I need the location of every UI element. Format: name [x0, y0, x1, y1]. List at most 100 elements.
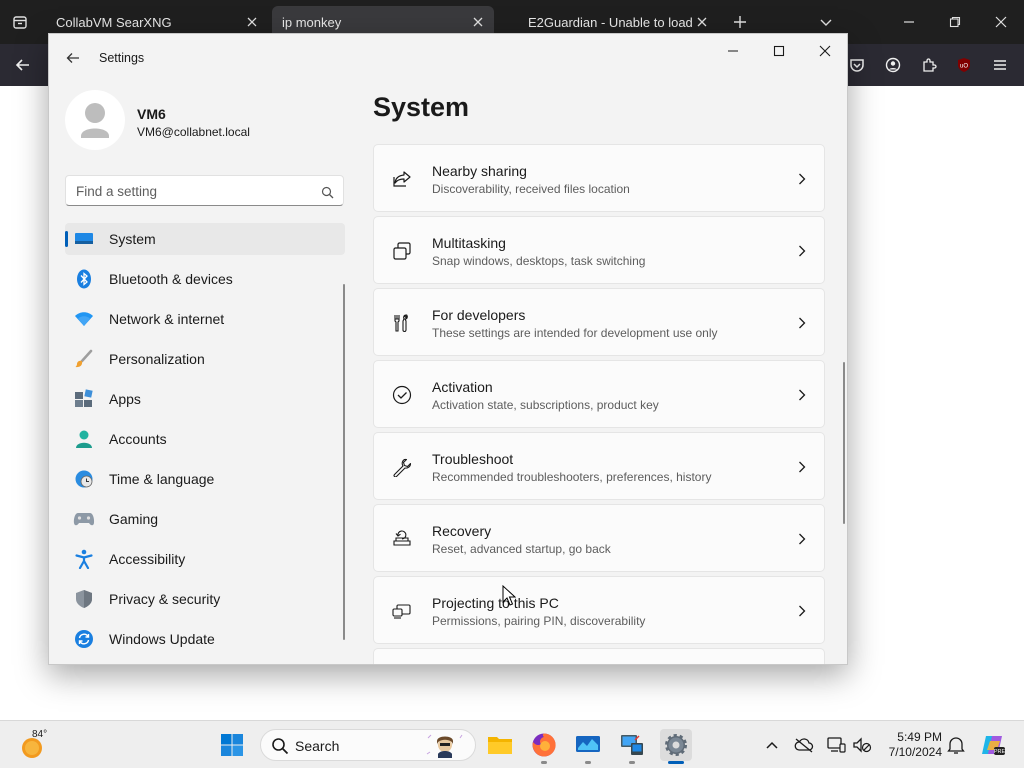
taskbar-search[interactable]: Search: [260, 729, 476, 761]
onedrive-tray-button[interactable]: [792, 733, 816, 757]
card-title: Nearby sharing: [432, 163, 527, 179]
remote-desktop-button[interactable]: [616, 729, 648, 761]
pocket-icon: [850, 59, 864, 72]
arrow-left-icon: [66, 53, 79, 63]
globe-clock-icon: [73, 468, 95, 490]
browser-restore-button[interactable]: [932, 0, 978, 44]
list-all-tabs-button[interactable]: [812, 8, 840, 36]
sidebar-item-time-language[interactable]: Time & language: [65, 463, 345, 495]
gear-icon: [665, 734, 687, 756]
sidebar-item-system[interactable]: System: [65, 223, 345, 255]
new-tab-button[interactable]: [726, 8, 754, 36]
browser-minimize-button[interactable]: [886, 0, 932, 44]
accounts-icon: [73, 428, 95, 450]
search-icon: [319, 184, 335, 200]
browser-close-button[interactable]: [978, 0, 1024, 44]
sidebar-item-accessibility[interactable]: Accessibility: [65, 543, 345, 575]
copilot-button[interactable]: PRE: [978, 733, 1008, 757]
sidebar-item-label: Network & internet: [109, 311, 225, 327]
extensions-button[interactable]: [914, 50, 944, 80]
settings-maximize-button[interactable]: [757, 36, 801, 66]
settings-card-partial[interactable]: [373, 648, 825, 664]
person-icon: [81, 103, 109, 138]
settings-card-troubleshoot[interactable]: Troubleshoot Recommended troubleshooters…: [373, 432, 825, 500]
shield-icon: [73, 588, 95, 610]
volume-tray-button[interactable]: [850, 733, 874, 757]
account-icon: [885, 57, 901, 73]
tab-list-button[interactable]: [0, 0, 40, 44]
sidebar-item-network-internet[interactable]: Network & internet: [65, 303, 345, 335]
tab-close-button[interactable]: [470, 14, 486, 30]
close-icon: [697, 17, 707, 27]
check-circle-icon: [390, 383, 414, 407]
taskbar-search-label: Search: [295, 738, 340, 754]
close-icon: [995, 16, 1007, 28]
network-tray-button[interactable]: [824, 733, 848, 757]
main-scrollbar[interactable]: [843, 362, 845, 524]
sidebar-scrollbar[interactable]: [343, 284, 345, 640]
settings-card-list: Nearby sharing Discoverability, received…: [373, 138, 825, 664]
settings-card-recovery[interactable]: Recovery Reset, advanced startup, go bac…: [373, 504, 825, 572]
sidebar-item-personalization[interactable]: Personalization: [65, 343, 345, 375]
file-explorer-button[interactable]: [484, 729, 516, 761]
show-hidden-icons-button[interactable]: [760, 733, 784, 757]
cloud-offline-icon: [794, 738, 814, 753]
settings-app-title: Settings: [99, 51, 145, 65]
developer-tools-icon: [390, 311, 414, 335]
settings-back-button[interactable]: [61, 46, 85, 70]
weather-widget[interactable]: 84°: [20, 729, 60, 761]
close-icon: [819, 45, 831, 57]
sidebar-item-label: Time & language: [109, 471, 215, 487]
restore-icon: [949, 16, 961, 28]
settings-search-input[interactable]: Find a setting: [65, 175, 344, 206]
settings-card-projecting[interactable]: Projecting to this PC Permissions, pairi…: [373, 576, 825, 644]
settings-card-nearby-sharing[interactable]: Nearby sharing Discoverability, received…: [373, 144, 825, 212]
browser-back-button[interactable]: [8, 50, 38, 80]
sidebar-item-label: Privacy & security: [109, 591, 221, 607]
tab-title: E2Guardian - Unable to load we: [528, 14, 696, 30]
notifications-button[interactable]: [944, 733, 968, 757]
settings-card-for-developers[interactable]: For developers These settings are intend…: [373, 288, 825, 356]
close-icon: [247, 17, 257, 27]
sidebar-item-privacy-security[interactable]: Privacy & security: [65, 583, 345, 615]
tab-title: ip monkey: [282, 14, 342, 30]
remote-desktop-running-indicator: [629, 761, 635, 764]
page-title: System: [373, 92, 470, 122]
plus-icon: [734, 16, 746, 28]
tab-close-button[interactable]: [244, 14, 260, 30]
chevron-right-icon: [794, 243, 810, 259]
start-button[interactable]: [216, 729, 248, 761]
card-subtitle: These settings are intended for developm…: [432, 326, 718, 340]
settings-card-activation[interactable]: Activation Activation state, subscriptio…: [373, 360, 825, 428]
account-button[interactable]: [878, 50, 908, 80]
chevron-right-icon: [794, 603, 810, 619]
task-manager-button[interactable]: [572, 729, 604, 761]
card-title: For developers: [432, 307, 526, 323]
settings-minimize-button[interactable]: [711, 36, 755, 66]
tab-close-button[interactable]: [694, 14, 710, 30]
sidebar-item-accounts[interactable]: Accounts: [65, 423, 345, 455]
sidebar-item-windows-update[interactable]: Windows Update: [65, 623, 345, 655]
sidebar-item-gaming[interactable]: Gaming: [65, 503, 345, 535]
taskbar-clock[interactable]: 5:49 PM 7/10/2024: [880, 730, 942, 760]
monitor-chart-icon: [576, 736, 600, 752]
user-avatar[interactable]: [65, 90, 125, 150]
firefox-icon: [532, 733, 556, 757]
taskbar: 84° Search 5:49 PM 7/10/2024 PRE: [0, 720, 1024, 768]
card-title: Multitasking: [432, 235, 506, 251]
settings-taskbar-button[interactable]: [660, 729, 692, 761]
search-placeholder: Find a setting: [76, 184, 158, 199]
system-icon: [73, 228, 95, 250]
minimize-icon: [904, 21, 914, 23]
settings-card-multitasking[interactable]: Multitasking Snap windows, desktops, tas…: [373, 216, 825, 284]
sidebar-item-bluetooth-devices[interactable]: Bluetooth & devices: [65, 263, 345, 295]
ublock-button[interactable]: uO: [949, 50, 979, 80]
mouse-cursor-icon: [502, 585, 516, 606]
settings-close-button[interactable]: [803, 36, 847, 66]
firefox-button[interactable]: [528, 729, 560, 761]
apps-icon: [73, 388, 95, 410]
sidebar-item-apps[interactable]: Apps: [65, 383, 345, 415]
selection-indicator: [65, 231, 68, 247]
app-menu-button[interactable]: [985, 50, 1015, 80]
chevron-right-icon: [794, 315, 810, 331]
